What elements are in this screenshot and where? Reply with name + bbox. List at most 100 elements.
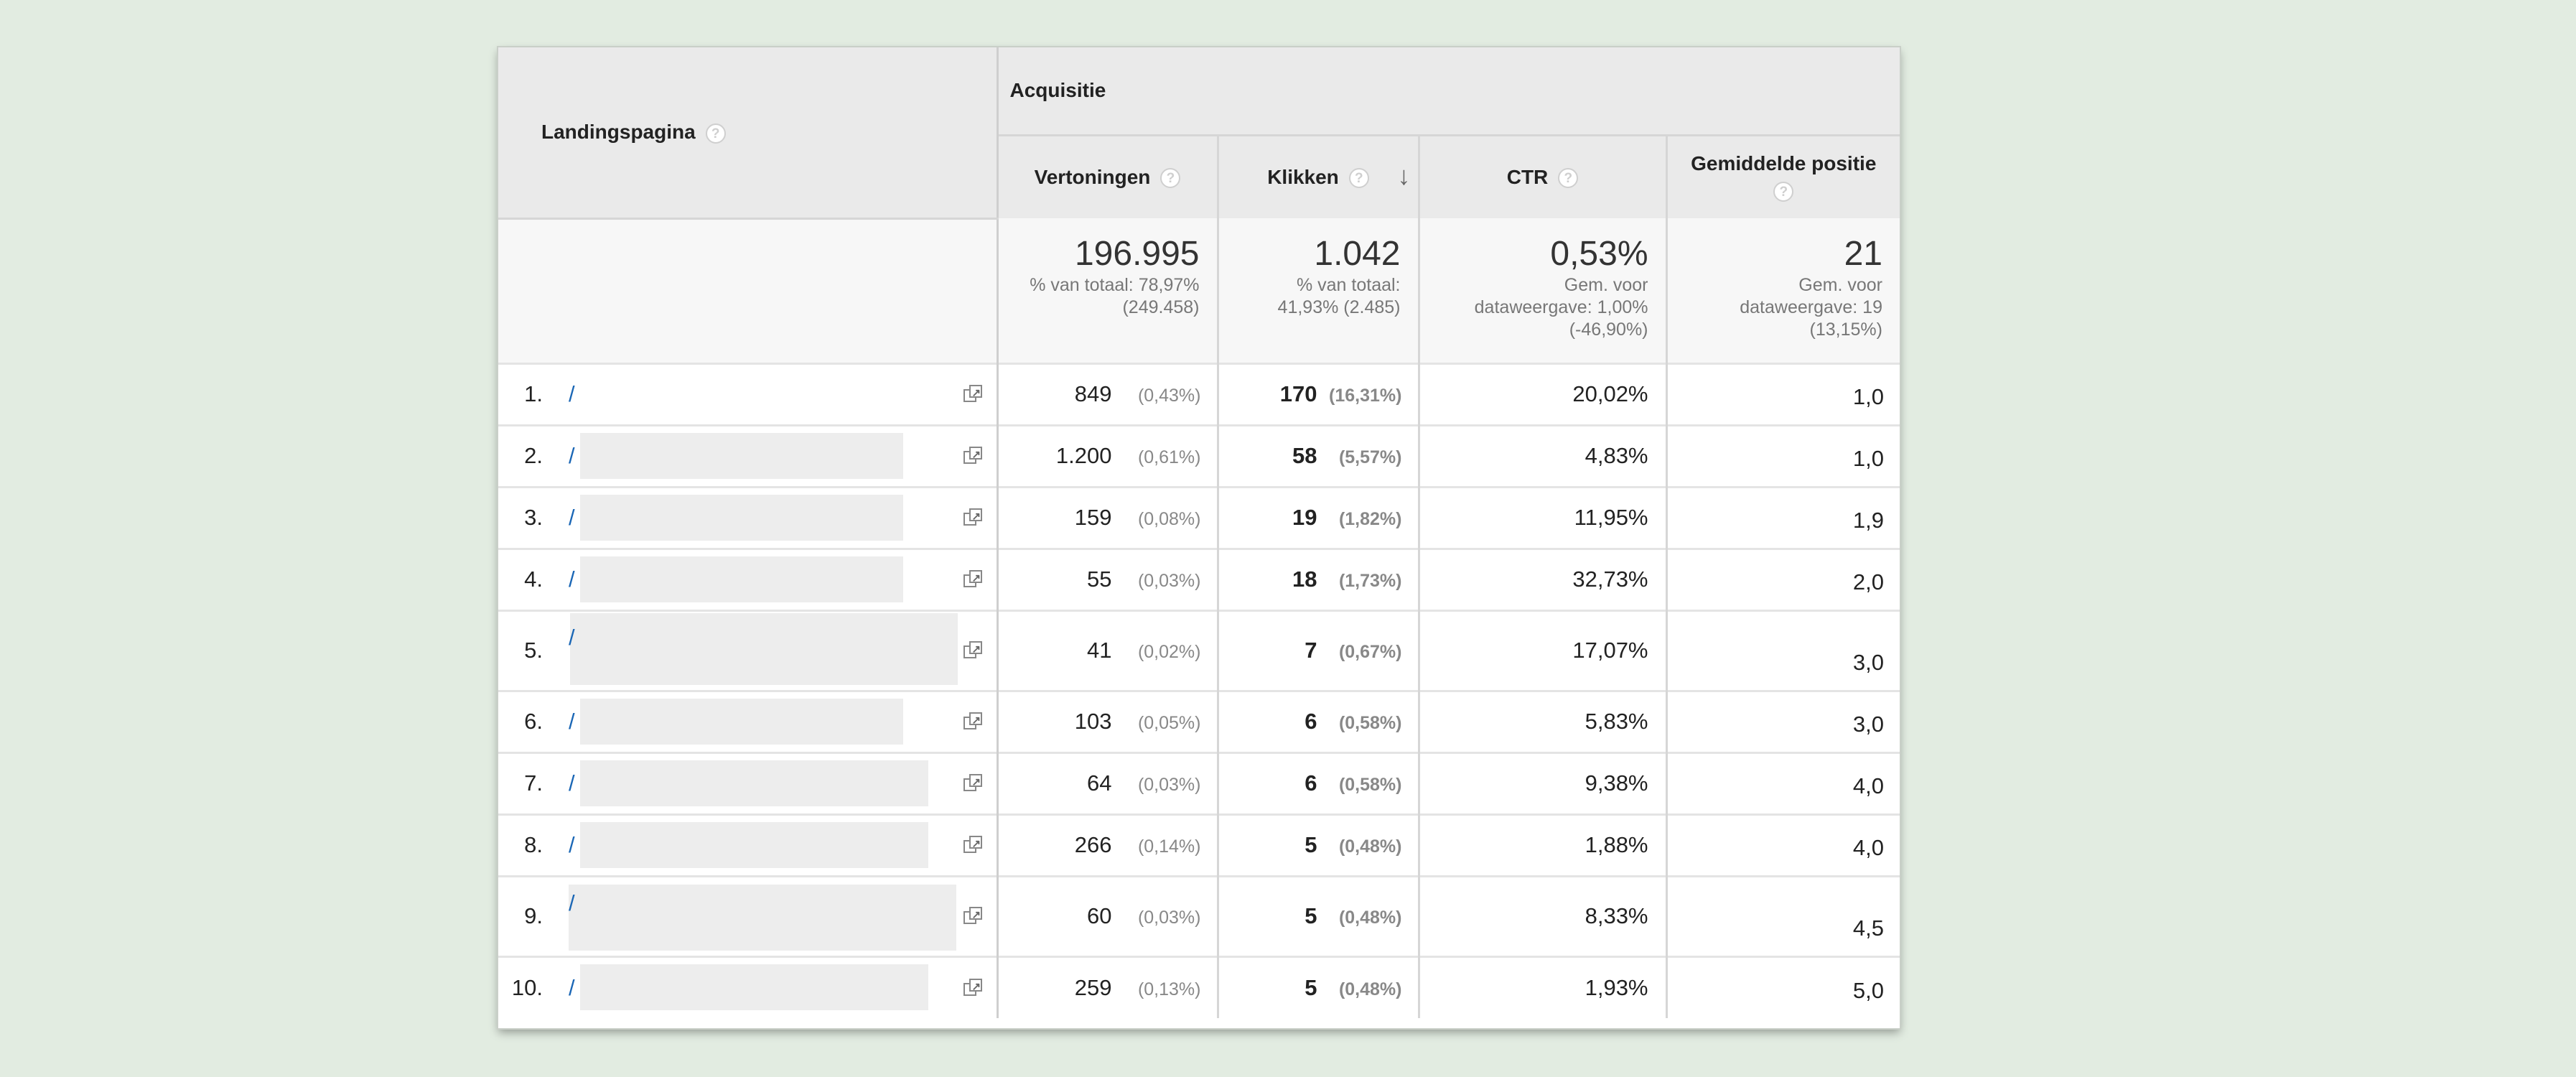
clicks-value: 170 xyxy=(1279,381,1317,406)
avg-position-cell: 2,0 xyxy=(1666,547,1900,610)
impressions-cell: 103 (0,05%) xyxy=(997,689,1219,752)
table-row: 5. / ↗ 41 (0,02%) 7 (0,67%) 17,07% 3,0 xyxy=(498,609,1900,691)
help-icon[interactable]: ? xyxy=(1558,168,1579,189)
total-clicks-value: 1.042 xyxy=(1314,235,1401,273)
avg-position-cell: 1,0 xyxy=(1666,424,1900,487)
ctr-value: 8,33% xyxy=(1585,903,1648,928)
total-impressions-value: 196.995 xyxy=(1074,235,1200,273)
redacted-url xyxy=(580,964,928,1010)
open-external-icon[interactable]: ↗ xyxy=(963,978,982,997)
total-ctr-value: 0,53% xyxy=(1550,235,1648,273)
clicks-value: 5 xyxy=(1305,903,1317,928)
ctr-header-label: CTR xyxy=(1506,165,1549,188)
avg-position-cell: 3,0 xyxy=(1666,609,1900,691)
landing-page-link[interactable]: / xyxy=(569,890,575,916)
column-header-clicks[interactable]: Klikken? ↓ xyxy=(1218,135,1420,218)
open-external-icon[interactable]: ↗ xyxy=(963,641,982,660)
landing-page-link[interactable]: / xyxy=(569,709,575,735)
clicks-percent: (0,48%) xyxy=(1338,908,1402,928)
open-external-icon[interactable]: ↗ xyxy=(963,570,982,589)
ctr-cell: 11,95% xyxy=(1419,485,1668,549)
ctr-cell: 1,93% xyxy=(1419,955,1668,1018)
column-header-landing-page[interactable]: Landingspagina? xyxy=(498,47,999,220)
total-ctr-sub: dataweergave: 1,00% xyxy=(1474,297,1648,317)
open-external-icon[interactable]: ↗ xyxy=(963,385,982,404)
help-icon[interactable]: ? xyxy=(1348,168,1369,189)
avg-position-value: 4,5 xyxy=(1852,915,1884,941)
ctr-value: 1,88% xyxy=(1585,832,1648,857)
impressions-value: 266 xyxy=(1074,832,1112,857)
impressions-value: 60 xyxy=(1087,903,1112,928)
landing-page-header-label: Landingspagina xyxy=(541,121,696,144)
column-header-impressions[interactable]: Vertoningen? xyxy=(997,135,1219,218)
landing-page-link[interactable]: / xyxy=(569,625,575,651)
help-icon[interactable]: ? xyxy=(1160,168,1181,189)
landing-page-cell: 3. / ↗ xyxy=(498,485,999,549)
column-header-avg-position[interactable]: Gemiddelde positie ? xyxy=(1666,135,1900,218)
table-row: 8. / ↗ 266 (0,14%) 5 (0,48%) 1,88% 4,0 xyxy=(498,813,1900,876)
landing-page-link[interactable]: / xyxy=(569,505,575,531)
impressions-value: 55 xyxy=(1087,567,1112,592)
impressions-cell: 41 (0,02%) xyxy=(997,609,1219,691)
clicks-cell: 19 (1,82%) xyxy=(1218,485,1420,549)
landing-page-link[interactable]: / xyxy=(569,443,575,469)
impressions-cell: 159 (0,08%) xyxy=(997,485,1219,549)
ctr-cell: 4,83% xyxy=(1419,424,1668,487)
avg-position-value: 2,0 xyxy=(1852,569,1884,595)
impressions-value: 64 xyxy=(1087,770,1112,796)
impressions-percent: (0,03%) xyxy=(1137,775,1201,795)
impressions-percent: (0,02%) xyxy=(1137,642,1201,662)
clicks-percent: (1,73%) xyxy=(1338,571,1402,591)
avg-position-cell: 1,9 xyxy=(1666,485,1900,549)
impressions-value: 41 xyxy=(1087,638,1112,663)
landing-page-cell: 9. / ↗ xyxy=(498,875,999,956)
redacted-url xyxy=(569,884,956,951)
clicks-percent: (0,58%) xyxy=(1338,775,1402,795)
row-index: 9. xyxy=(524,903,543,928)
redacted-url xyxy=(580,556,903,602)
landing-page-cell: 6. / ↗ xyxy=(498,689,999,752)
landing-page-link[interactable]: / xyxy=(569,770,575,796)
clicks-percent: (5,57%) xyxy=(1338,447,1402,467)
open-external-icon[interactable]: ↗ xyxy=(963,447,982,465)
clicks-cell: 6 (0,58%) xyxy=(1218,751,1420,814)
landing-page-link[interactable]: / xyxy=(569,832,575,858)
avg-position-cell: 5,0 xyxy=(1666,955,1900,1018)
avg-position-value: 4,0 xyxy=(1852,834,1884,860)
open-external-icon[interactable]: ↗ xyxy=(963,712,982,731)
clicks-percent: (1,82%) xyxy=(1338,509,1402,529)
table-row: 1. / ↗ 849 (0,43%) 170 (16,31%) 20,02% 1,0 xyxy=(498,362,1900,425)
impressions-percent: (0,05%) xyxy=(1137,713,1201,733)
totals-row: 196.995 % van totaal: 78,97% (249.458) 1… xyxy=(498,218,1900,363)
clicks-percent: (0,58%) xyxy=(1338,713,1402,733)
clicks-value: 18 xyxy=(1292,567,1317,592)
ctr-value: 17,07% xyxy=(1572,638,1648,663)
avg-position-value: 5,0 xyxy=(1852,978,1884,1003)
help-icon[interactable]: ? xyxy=(1773,182,1794,202)
landing-page-link[interactable]: / xyxy=(569,567,575,592)
landing-page-link[interactable]: / xyxy=(569,975,575,1001)
table-row: 6. / ↗ 103 (0,05%) 6 (0,58%) 5,83% 3,0 xyxy=(498,689,1900,752)
open-external-icon[interactable]: ↗ xyxy=(963,836,982,854)
ctr-cell: 8,33% xyxy=(1419,875,1668,956)
total-position-sub: (13,15%) xyxy=(1809,320,1882,340)
impressions-percent: (0,14%) xyxy=(1137,836,1201,857)
help-icon[interactable]: ? xyxy=(705,123,726,144)
impressions-value: 259 xyxy=(1074,974,1112,1000)
open-external-icon[interactable]: ↗ xyxy=(963,508,982,527)
avg-position-value: 4,0 xyxy=(1852,773,1884,798)
open-external-icon[interactable]: ↗ xyxy=(963,907,982,926)
clicks-value: 19 xyxy=(1292,505,1317,530)
column-header-ctr[interactable]: CTR? xyxy=(1419,135,1668,218)
clicks-cell: 6 (0,58%) xyxy=(1218,689,1420,752)
clicks-value: 6 xyxy=(1305,770,1317,796)
impressions-value: 849 xyxy=(1074,381,1112,406)
clicks-value: 7 xyxy=(1305,638,1317,663)
sort-descending-icon[interactable]: ↓ xyxy=(1398,161,1411,191)
landing-page-link[interactable]: / xyxy=(569,381,575,407)
open-external-icon[interactable]: ↗ xyxy=(963,774,982,793)
ctr-value: 1,93% xyxy=(1585,974,1648,1000)
avg-position-cell: 4,0 xyxy=(1666,813,1900,876)
total-clicks-sub: % van totaal: xyxy=(1296,275,1401,295)
redacted-url xyxy=(580,821,928,868)
